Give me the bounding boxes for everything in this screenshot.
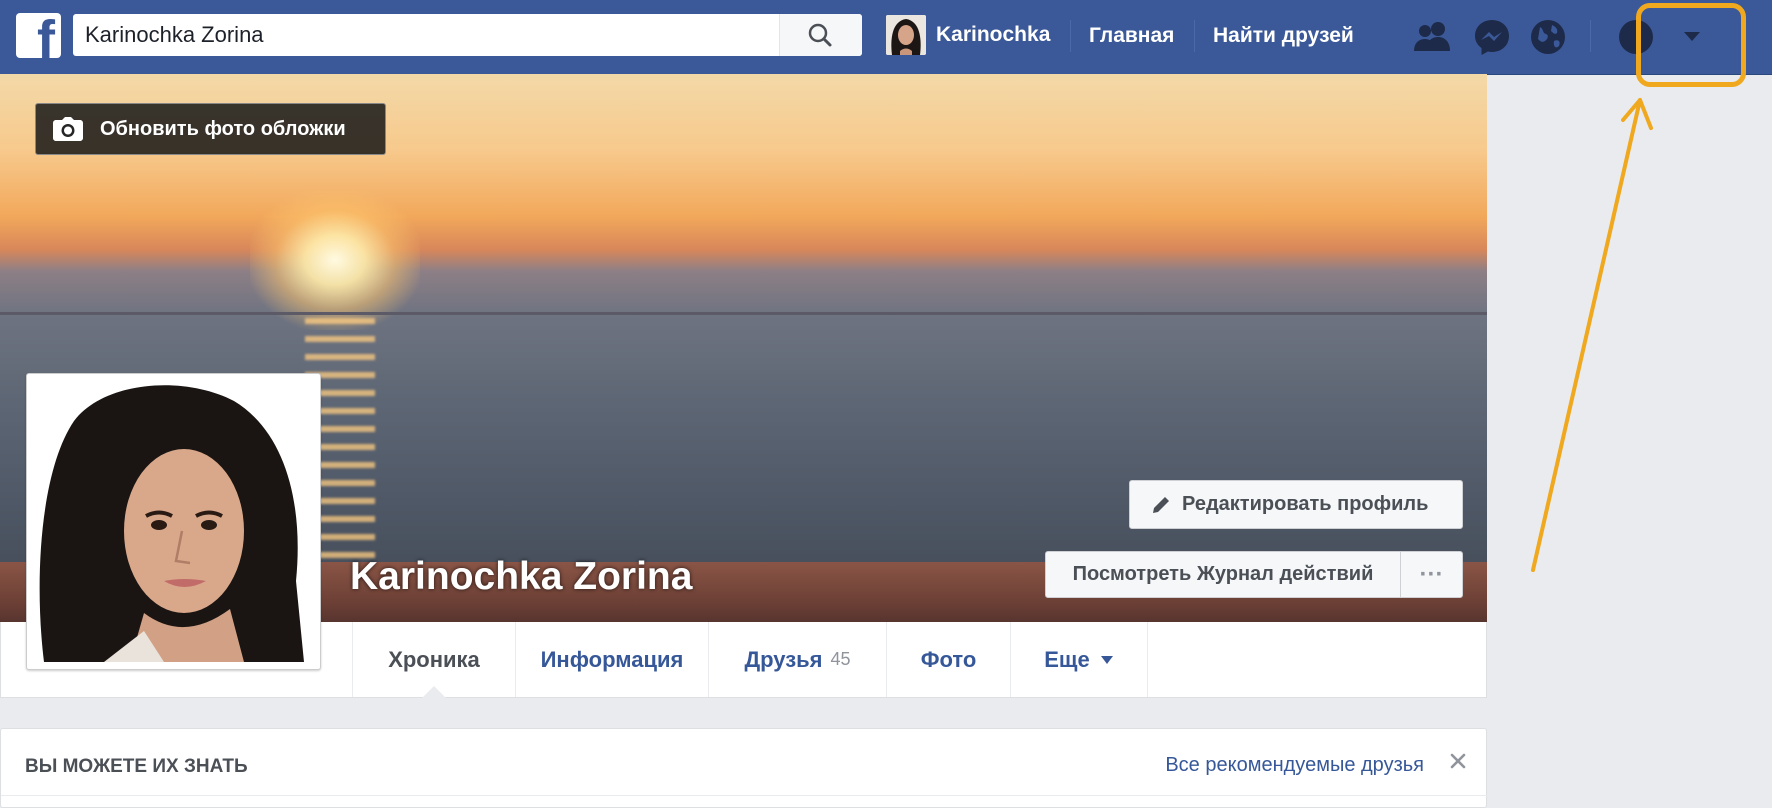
- tab-photos-label: Фото: [920, 646, 977, 672]
- active-tab-indicator: [422, 686, 446, 698]
- cover-horizon: [0, 312, 1487, 315]
- search-box: [73, 14, 862, 56]
- nav-home-link[interactable]: Главная: [1089, 24, 1174, 48]
- nav-find-friends-link[interactable]: Найти друзей: [1213, 24, 1354, 48]
- tab-photos[interactable]: Фото: [886, 622, 1010, 697]
- profile-tabs: Хроника Информация Друзья 45 Фото Еще: [352, 622, 1148, 698]
- friend-requests-icon[interactable]: [1410, 17, 1454, 57]
- search-icon: [808, 23, 832, 47]
- messenger-icon[interactable]: [1472, 17, 1512, 57]
- tab-friends-label: Друзья: [744, 646, 823, 672]
- close-icon[interactable]: [1448, 751, 1468, 771]
- more-options-button[interactable]: ···: [1400, 551, 1463, 598]
- update-cover-photo-button[interactable]: Обновить фото обложки: [35, 103, 386, 155]
- profile-name[interactable]: Karinochka Zorina: [350, 555, 692, 599]
- facebook-logo-letter: f: [37, 13, 55, 58]
- pymk-title: ВЫ МОЖЕТЕ ИХ ЗНАТЬ: [25, 756, 248, 777]
- nav-username: Karinochka: [936, 23, 1051, 46]
- edit-profile-button[interactable]: Редактировать профиль: [1129, 480, 1463, 529]
- search-button[interactable]: [779, 14, 862, 56]
- tab-more[interactable]: Еще: [1010, 622, 1148, 697]
- nav-profile-link[interactable]: Karinochka: [886, 13, 1050, 57]
- nav-avatar: [886, 15, 926, 55]
- tab-more-label: Еще: [1044, 646, 1090, 672]
- tab-timeline[interactable]: Хроника: [352, 622, 515, 698]
- see-all-suggestions-link[interactable]: Все рекомендуемые друзья: [1165, 754, 1424, 777]
- more-options-dots: ···: [1419, 560, 1444, 588]
- tab-about-label: Информация: [540, 646, 684, 672]
- tab-about[interactable]: Информация: [515, 622, 708, 697]
- profile-picture[interactable]: [26, 373, 321, 670]
- tab-timeline-label: Хроника: [388, 646, 480, 672]
- view-activity-log-label: Посмотреть Журнал действий: [1072, 563, 1374, 585]
- cover-sun: [250, 190, 420, 330]
- pymk-divider: [1, 795, 1488, 796]
- pencil-icon: [1153, 496, 1169, 513]
- highlight-annotation-box: [1636, 3, 1746, 87]
- tab-more-caret-icon: [1100, 655, 1113, 664]
- profile-photo: [34, 381, 313, 662]
- view-activity-log-button[interactable]: Посмотреть Журнал действий: [1045, 551, 1401, 598]
- top-navigation-bar: f Karinochka Главная Найти друзей: [0, 0, 1772, 75]
- update-cover-photo-label: Обновить фото обложки: [100, 117, 346, 140]
- nav-separator: [1070, 20, 1071, 52]
- notifications-globe-icon[interactable]: [1528, 17, 1568, 57]
- search-input[interactable]: [73, 14, 797, 56]
- edit-profile-label: Редактировать профиль: [1182, 493, 1429, 515]
- nav-separator: [1194, 20, 1195, 52]
- tab-friends[interactable]: Друзья 45: [708, 622, 886, 697]
- people-you-may-know-card: ВЫ МОЖЕТЕ ИХ ЗНАТЬ Все рекомендуемые дру…: [0, 728, 1488, 808]
- camera-icon: [53, 117, 83, 141]
- facebook-logo[interactable]: f: [16, 13, 61, 58]
- nav-separator: [1590, 20, 1591, 52]
- friends-count: 45: [830, 649, 851, 669]
